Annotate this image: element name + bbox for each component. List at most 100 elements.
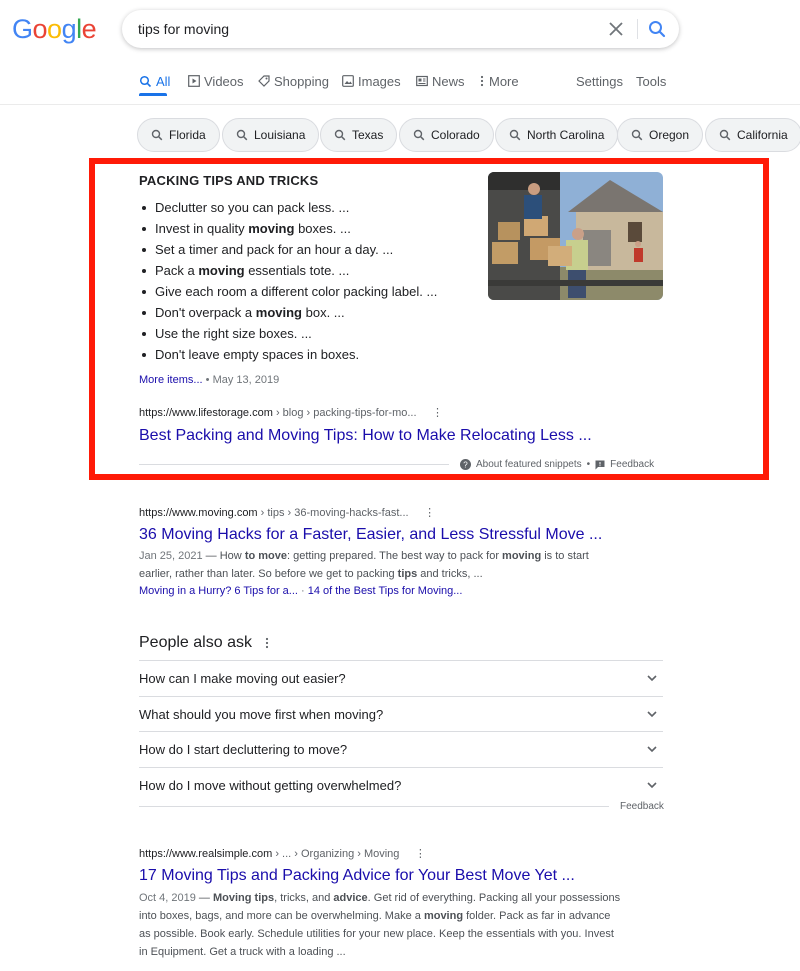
item-text: Don't overpack a <box>155 305 256 320</box>
paa-heading: People also ask <box>139 634 252 651</box>
result-title[interactable]: 36 Moving Hacks for a Faster, Easier, an… <box>139 526 602 544</box>
bullet-separator: • <box>586 459 591 470</box>
paa-feedback-link[interactable]: Feedback <box>620 801 664 812</box>
list-item: Set a timer and pack for an hour a day. … <box>139 239 437 260</box>
feedback-link[interactable]: Feedback <box>610 459 654 470</box>
image-icon <box>342 75 354 87</box>
item-text: Give each room a different color packing… <box>155 284 438 299</box>
sublink-separator: · <box>297 585 308 597</box>
item-bold: moving <box>248 221 295 236</box>
about-featured-snippets-link[interactable]: About featured snippets <box>476 459 582 470</box>
paa-question[interactable]: What should you move first when moving? <box>139 696 663 731</box>
result-date: Oct 4, 2019 <box>139 892 196 904</box>
more-items-link[interactable]: More items... <box>139 374 203 386</box>
result-sublinks: Moving in a Hurry? 6 Tips for a... · 14 … <box>139 585 462 597</box>
search-divider <box>637 19 638 39</box>
result-menu-button[interactable]: ⋮ <box>423 506 437 519</box>
snippet-bold: moving <box>423 910 464 922</box>
tab-news[interactable]: News <box>416 70 465 92</box>
chevron-down-icon <box>647 711 657 718</box>
settings-label: Settings <box>576 73 623 89</box>
video-icon <box>188 75 200 87</box>
chip-texas[interactable]: Texas <box>320 118 398 152</box>
paa-question[interactable]: How do I move without getting overwhelme… <box>139 767 663 802</box>
chip-louisiana[interactable]: Louisiana <box>222 118 320 152</box>
list-item: Invest in quality moving boxes. ... <box>139 218 437 239</box>
tab-label: News <box>432 73 465 89</box>
result-snippet: Oct 4, 2019 — Moving tips, tricks, and a… <box>139 889 621 961</box>
cite-host: https://www.realsimple.com <box>139 848 273 860</box>
tools-label: Tools <box>636 73 667 89</box>
search-icon <box>649 21 666 38</box>
paa-question-text: How do I start decluttering to move? <box>139 741 348 757</box>
snippet-text: — How <box>202 550 245 562</box>
paa-question[interactable]: How do I start decluttering to move? <box>139 731 663 766</box>
featured-snippet-list: Declutter so you can pack less. ... Inve… <box>139 197 437 365</box>
cite-path: › blog › packing-tips-for-mo... <box>272 407 417 419</box>
more-vert-icon[interactable] <box>264 637 270 649</box>
result-menu-button[interactable]: ⋮ <box>431 406 445 419</box>
tab-label: Videos <box>204 73 244 89</box>
header-divider <box>0 104 800 105</box>
snippet-bold: tips <box>397 568 418 580</box>
snippet-bold: Moving tips <box>213 892 275 904</box>
chip-label: Florida <box>169 128 206 142</box>
cite-path: › ... › Organizing › Moving <box>272 848 400 860</box>
snippet-text: — <box>195 892 213 904</box>
chip-california[interactable]: California <box>705 118 800 152</box>
item-text: Declutter so you can pack less. ... <box>155 200 350 215</box>
snippet-text: , tricks, and <box>274 892 334 904</box>
list-item: Declutter so you can pack less. ... <box>139 197 437 218</box>
google-logo[interactable]: Google <box>12 14 97 45</box>
paa-question[interactable]: How can I make moving out easier? <box>139 660 663 695</box>
chip-label: North Carolina <box>527 128 605 142</box>
cite-host: https://www.moving.com <box>139 507 258 519</box>
tab-label: More <box>489 73 519 89</box>
snippet-bold: moving <box>502 550 542 562</box>
featured-snippet-image[interactable] <box>488 172 663 300</box>
featured-result-title[interactable]: Best Packing and Moving Tips: How to Mak… <box>139 427 592 445</box>
close-icon <box>609 22 623 36</box>
tab-shopping[interactable]: Shopping <box>258 70 329 92</box>
tab-more[interactable]: More <box>479 70 519 92</box>
item-text: Pack a <box>155 263 199 278</box>
search-input[interactable] <box>138 19 578 39</box>
search-icon <box>151 129 163 141</box>
movers-photo <box>488 172 663 300</box>
logo-letter: e <box>81 14 97 44</box>
logo-letter: G <box>12 14 33 44</box>
item-text: Don't leave empty spaces in boxes. <box>155 347 360 362</box>
tab-images[interactable]: Images <box>342 70 401 92</box>
list-item: Pack a moving essentials tote. ... <box>139 260 437 281</box>
tab-videos[interactable]: Videos <box>188 70 244 92</box>
item-text: boxes. ... <box>294 221 351 236</box>
result-snippet: Jan 25, 2021 — How to move: getting prep… <box>139 547 619 583</box>
search-button[interactable] <box>646 18 668 40</box>
news-icon <box>416 75 428 87</box>
snippet-date: May 13, 2019 <box>212 374 280 386</box>
chip-north-carolina[interactable]: North Carolina <box>495 118 619 152</box>
tab-label: Shopping <box>274 73 329 89</box>
result-menu-button[interactable]: ⋮ <box>413 847 427 860</box>
snippet-text: : getting prepared. The best way to pack… <box>287 550 503 562</box>
chevron-down-icon <box>647 782 657 789</box>
search-icon <box>334 129 346 141</box>
tab-all[interactable]: All <box>139 70 170 92</box>
sublink[interactable]: Moving in a Hurry? 6 Tips for a... <box>139 585 298 597</box>
chip-florida[interactable]: Florida <box>137 118 220 152</box>
paa-question-text: How can I make moving out easier? <box>139 670 346 686</box>
featured-snippet-more: More items... • May 13, 2019 <box>139 374 279 386</box>
chevron-down-icon <box>647 746 657 753</box>
chip-colorado[interactable]: Colorado <box>399 118 494 152</box>
clear-search-button[interactable] <box>605 18 627 40</box>
list-item: Use the right size boxes. ... <box>139 323 437 344</box>
search-icon <box>413 129 425 141</box>
logo-letter: o <box>47 14 62 44</box>
tools-link[interactable]: Tools <box>636 70 666 92</box>
chip-oregon[interactable]: Oregon <box>617 118 704 152</box>
result-title[interactable]: 17 Moving Tips and Packing Advice for Yo… <box>139 867 575 885</box>
sublink[interactable]: 14 of the Best Tips for Moving... <box>308 585 463 597</box>
more-vert-icon <box>480 75 484 87</box>
featured-cite: https://www.lifestorage.com › blog › pac… <box>139 406 445 419</box>
settings-link[interactable]: Settings <box>576 70 623 92</box>
